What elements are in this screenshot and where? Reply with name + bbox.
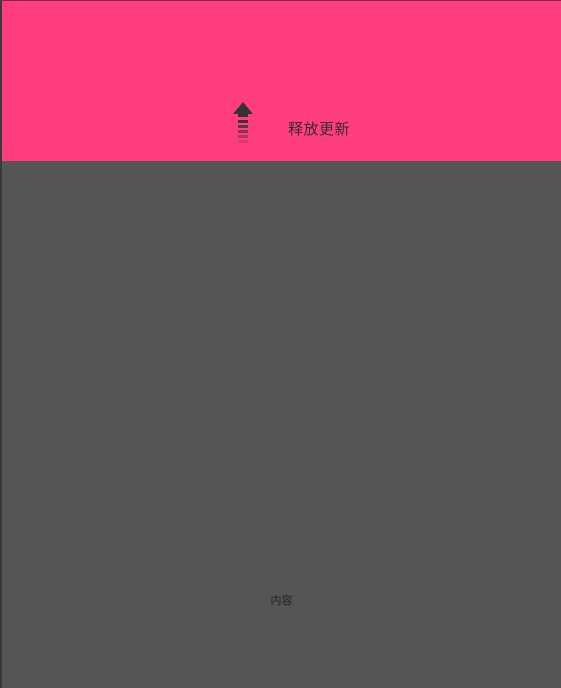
arrow-up-icon: [233, 102, 253, 143]
refresh-status-text: 释放更新: [288, 120, 351, 138]
content-area[interactable]: 内容: [2, 161, 561, 688]
left-edge-divider: [0, 0, 2, 688]
content-label: 内容: [270, 594, 293, 607]
app-screen: 释放更新 内容: [0, 0, 561, 688]
top-edge-divider: [0, 0, 561, 1]
pull-refresh-header: 释放更新: [2, 1, 561, 161]
